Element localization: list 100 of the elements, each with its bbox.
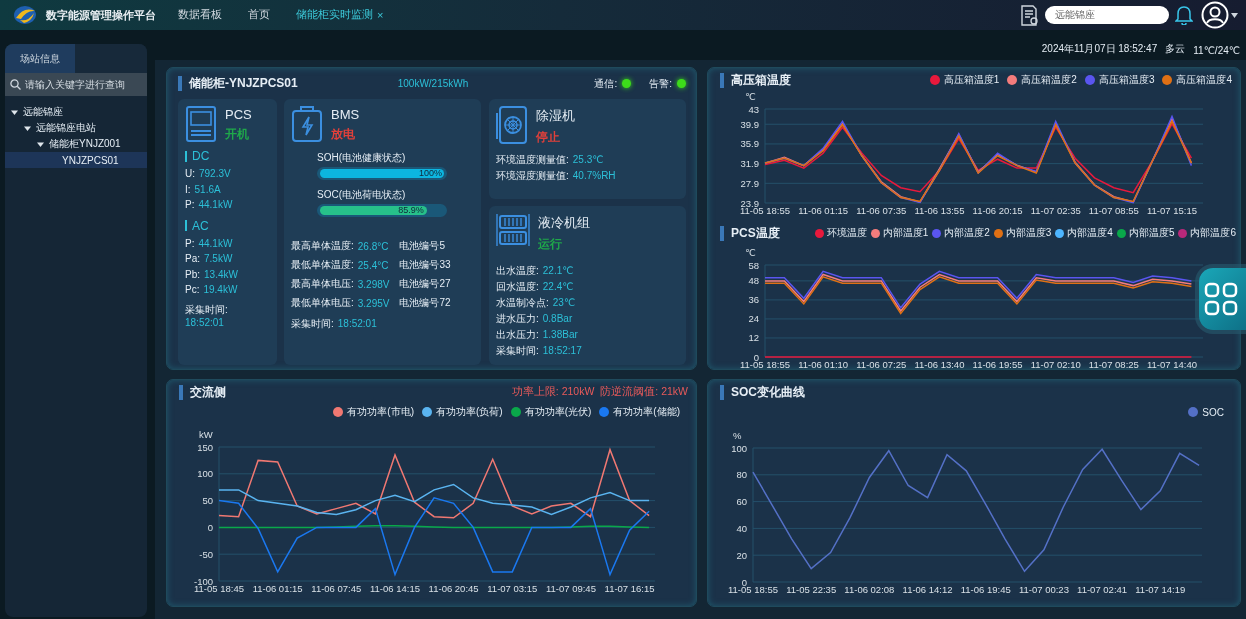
y-axis-label: 36 [748,294,759,306]
x-axis-label: 11-06 07:35 [856,205,907,216]
battery-number: 电池编号72 [399,296,452,310]
x-axis-label: 11-06 07:25 [856,359,907,369]
y-axis-label: 24 [748,313,759,325]
field-value: 25.4°C [357,259,390,271]
weather-text: 多云 [1165,42,1186,56]
axis-unit: ℃ [745,247,756,258]
x-axis-label: 11-06 20:15 [972,205,1023,216]
legend-label: 高压箱温度1 [943,73,1000,87]
bell-icon[interactable] [1175,5,1193,25]
field-label: 进水压力: [496,312,539,326]
tree-item[interactable]: 储能柜YNJZ001 [5,136,147,152]
field-value: 40.7%RH [572,169,616,183]
legend-label: 有功功率(负荷) [436,405,503,419]
legend-label: 内部温度3 [1005,226,1052,240]
status-text: 停止 [536,129,561,146]
y-axis-label: 27.9 [740,177,759,189]
accent-bar [720,72,724,88]
limit-text: 防逆流阈值: 21kW [600,385,688,399]
indicator-label: 告警: [649,76,672,91]
x-axis-label: 11-06 13:40 [914,359,965,369]
field-value: 18:52:17 [542,344,582,358]
y-axis-label: 20 [736,549,747,561]
legend-label: SOC [1202,406,1224,418]
field-value: 13.4kW [204,267,238,282]
status-text: 运行 [538,236,563,253]
x-axis-label: 11-06 02:08 [844,584,895,595]
field-value: 23℃ [552,296,576,310]
apps-button[interactable] [1199,268,1246,330]
inverter-icon [185,105,217,143]
x-axis-label: 11-06 07:45 [311,583,362,594]
field-value: 22.1℃ [542,264,574,278]
battery-number: 电池编号27 [399,277,452,291]
nav-tab[interactable]: 首页 [248,8,270,22]
y-axis-label: 48 [748,275,759,287]
section-title: DC [192,149,210,163]
card-title: PCS温度 [731,224,780,242]
card-title: 储能柜-YNJZPCS01 [189,75,298,92]
device-name: 除湿机 [536,107,575,125]
field-value: 44.1kW [198,236,233,251]
x-axis-label: 11-06 14:12 [902,584,953,595]
accent-bar [185,220,187,231]
field-label: 最高单体电压: [291,277,354,291]
card-title: 高压箱温度 [731,71,791,89]
x-axis-label: 11-06 20:45 [428,583,479,594]
field-label: 出水温度: [496,264,539,278]
battery-number: 电池编号33 [399,258,452,272]
field-label: P: [185,236,195,251]
x-axis-label: 11-07 02:35 [1030,205,1081,216]
search-icon [10,79,21,90]
axis-unit: % [733,430,742,441]
field-value: 792.3V [199,167,231,181]
y-axis-label: 100 [731,442,747,454]
app-title: 数字能源管理操作平台 [46,7,156,23]
field-label: 采集时间: [185,302,229,317]
x-axis-label: 11-06 01:10 [798,359,849,369]
user-icon[interactable] [1201,1,1229,29]
legend-label: 内部温度5 [1128,226,1175,240]
tree-item[interactable]: 远能锦座 [5,104,147,120]
field-value: 22.4℃ [542,280,574,294]
caret-icon[interactable] [1231,12,1238,18]
search-field[interactable]: 请输入关键字进行查询 [5,73,147,96]
field-label: U: [185,167,195,181]
search-field[interactable]: 远能锦座 [1045,6,1169,24]
field-label: 水温制冷点: [496,296,549,310]
y-axis-label: 0 [207,521,213,533]
legend-label: 高压箱温度2 [1021,73,1077,87]
legend-label: 环境温度 [826,226,867,240]
sidebar-tab[interactable]: 场站信息 [5,44,75,73]
close-icon[interactable]: × [377,9,384,21]
field-value: 0.8Bar [542,312,573,326]
logo-icon [12,4,38,26]
y-axis-label: 80 [736,469,747,481]
field-value: 3.298V [357,278,390,290]
y-axis-label: 43 [748,103,759,115]
field-value: 1.38Bar [542,328,578,342]
nav-tab[interactable]: 储能柜实时监测 [296,8,373,22]
y-axis-label: 50 [202,495,213,507]
x-axis-label: 11-07 08:25 [1088,359,1139,369]
device-name: PCS [225,107,252,122]
accent-bar [720,225,724,241]
card-title: 交流侧 [190,383,226,401]
x-axis-label: 11-06 13:55 [914,205,965,216]
axis-unit: ℃ [745,91,756,102]
legend-label: 高压箱温度4 [1176,73,1232,87]
tree-item[interactable]: 远能锦座电站 [5,120,147,136]
axis-unit: kW [199,429,213,440]
legend-label: 高压箱温度3 [1098,73,1155,87]
tree-item[interactable]: YNJZPCS01 [5,152,147,168]
x-axis-label: 11-06 01:15 [798,205,849,216]
legend-label: 内部温度2 [944,226,990,240]
report-icon[interactable] [1019,4,1039,26]
field-label: Pb: [185,267,200,282]
y-axis-label: 12 [748,332,759,344]
x-axis-label: 11-05 22:35 [786,584,837,595]
y-axis-label: 39.9 [740,118,759,130]
field-label: Pc: [185,283,200,297]
nav-tab[interactable]: 数据看板 [178,8,222,22]
x-axis-label: 11-06 01:15 [252,583,303,594]
